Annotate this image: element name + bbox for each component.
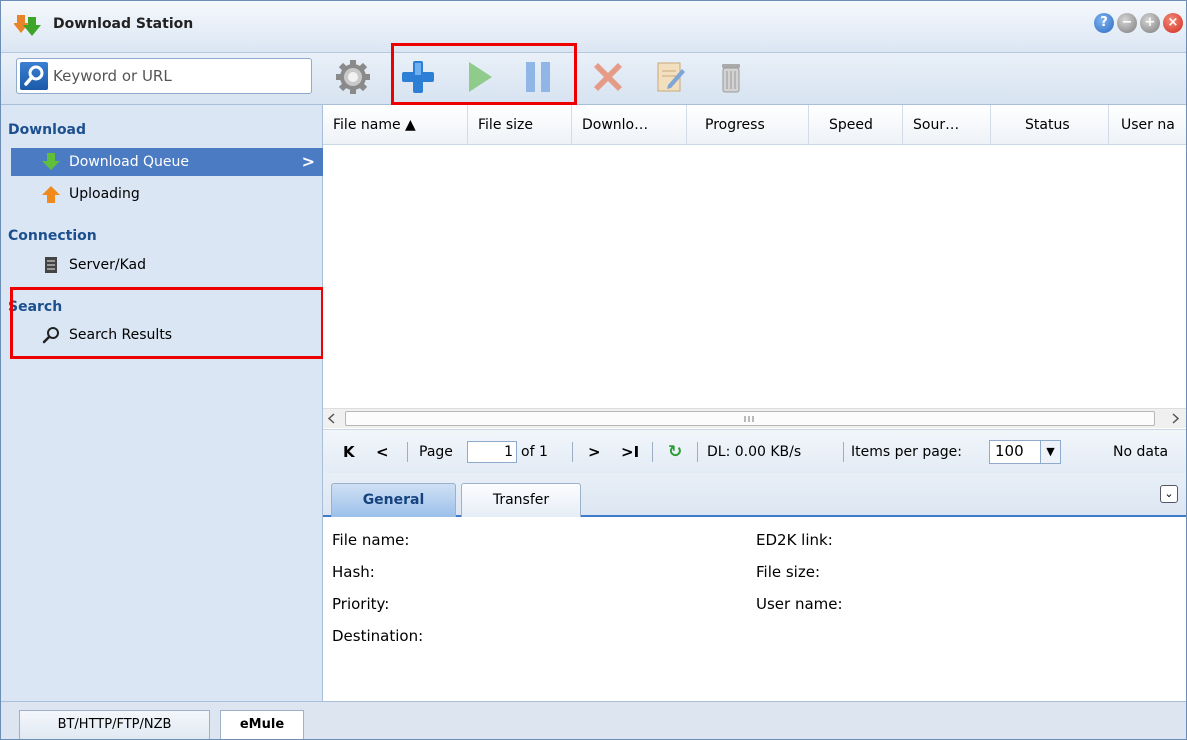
title-bar: Download Station ? − + × <box>1 1 1186 53</box>
gear-icon <box>336 60 370 94</box>
collapse-panel-icon[interactable]: ⌄ <box>1160 485 1178 503</box>
download-speed: DL: 0.00 KB/s <box>707 444 802 460</box>
settings-button[interactable] <box>331 55 375 99</box>
detail-file-name-label: File name: <box>332 531 410 549</box>
tab-general[interactable]: General <box>331 483 456 517</box>
last-page-icon[interactable]: >I <box>621 430 639 474</box>
pause-icon <box>526 62 550 92</box>
sidebar-item-label: Server/Kad <box>69 257 147 273</box>
detail-ed2k-link-label: ED2K link: <box>756 531 833 549</box>
section-search: Search <box>8 299 63 315</box>
edit-icon <box>657 62 685 92</box>
protocol-tab-bar: BT/HTTP/FTP/NZB eMule <box>1 701 1186 739</box>
column-user-name[interactable]: User na <box>1109 105 1186 144</box>
tab-transfer[interactable]: Transfer <box>461 483 581 517</box>
sidebar-item-label: Search Results <box>69 327 173 343</box>
sidebar-item-label: Download Queue <box>69 154 190 170</box>
column-downloaded[interactable]: Downlo… <box>572 105 687 144</box>
separator <box>572 442 573 462</box>
next-page-icon[interactable]: > <box>588 430 601 474</box>
toolbar <box>1 53 1186 105</box>
separator <box>407 442 408 462</box>
items-per-page-label: Items per page: <box>851 444 963 460</box>
sidebar-item-uploading[interactable]: Uploading <box>11 180 323 208</box>
clear-icon <box>722 64 740 93</box>
app-title: Download Station <box>53 16 194 32</box>
horizontal-scrollbar[interactable] <box>323 408 1186 428</box>
edit-button[interactable] <box>648 55 692 99</box>
detail-tab-bar: General Transfer ⌄ <box>323 473 1186 517</box>
delete-button[interactable] <box>586 55 630 99</box>
sidebar: Download Download Queue > Uploading Conn… <box>1 105 323 701</box>
page-count: of 1 <box>521 444 548 460</box>
column-speed[interactable]: Speed <box>809 105 903 144</box>
add-button[interactable] <box>396 55 440 99</box>
separator <box>843 442 844 462</box>
scrollbar-thumb[interactable] <box>345 411 1155 426</box>
tab-emule[interactable]: eMule <box>220 710 304 739</box>
upload-arrow-icon <box>42 186 60 203</box>
page-label: Page <box>419 444 453 460</box>
chevron-down-icon[interactable]: ▼ <box>1040 441 1060 463</box>
close-icon[interactable]: × <box>1163 13 1183 33</box>
sidebar-item-search-results[interactable]: Search Results <box>11 321 323 349</box>
download-station-window: Download Station ? − + × Keyword or URL … <box>0 0 1187 740</box>
column-progress[interactable]: Progress <box>687 105 809 144</box>
detail-user-name-label: User name: <box>756 595 843 613</box>
search-button[interactable] <box>20 62 48 90</box>
sidebar-item-server-kad[interactable]: Server/Kad <box>11 251 323 279</box>
tab-bt-http-ftp-nzb[interactable]: BT/HTTP/FTP/NZB <box>19 710 210 739</box>
grid-header: File name ▲ File size Downlo… Progress S… <box>323 105 1186 145</box>
minimize-icon[interactable]: − <box>1117 13 1137 33</box>
separator <box>697 442 698 462</box>
separator <box>652 442 653 462</box>
search-box <box>16 58 312 94</box>
magnifier-icon <box>42 327 59 344</box>
items-per-page-select[interactable]: 100 ▼ <box>989 440 1061 464</box>
search-input[interactable] <box>53 65 303 87</box>
chevron-right-icon: > <box>301 152 315 171</box>
search-icon <box>24 65 44 86</box>
download-list[interactable] <box>323 145 1186 408</box>
page-number-input[interactable] <box>467 441 517 463</box>
pagination-bar: K < Page of 1 > >I ↻ DL: 0.00 KB/s Items… <box>323 429 1186 473</box>
add-icon <box>402 61 434 93</box>
previous-page-icon[interactable]: < <box>376 430 389 474</box>
detail-destination-label: Destination: <box>332 627 424 645</box>
detail-file-size-label: File size: <box>756 563 821 581</box>
items-per-page-value: 100 <box>995 442 1024 460</box>
resume-button[interactable] <box>457 55 501 99</box>
scroll-right-icon[interactable] <box>1171 413 1179 424</box>
detail-panel: File name: Hash: Priority: Destination: … <box>323 519 1186 701</box>
detail-priority-label: Priority: <box>332 595 390 613</box>
column-file-size[interactable]: File size <box>468 105 572 144</box>
play-icon <box>469 62 492 92</box>
column-file-name[interactable]: File name ▲ <box>323 105 468 144</box>
column-sources[interactable]: Sour… <box>903 105 991 144</box>
section-download: Download <box>8 122 87 138</box>
pause-button[interactable] <box>516 55 560 99</box>
section-connection: Connection <box>8 228 97 244</box>
delete-icon <box>594 63 622 91</box>
sidebar-item-download-queue[interactable]: Download Queue > <box>11 148 323 176</box>
refresh-icon[interactable]: ↻ <box>668 430 682 474</box>
grip-icon <box>744 416 754 422</box>
first-page-icon[interactable]: K <box>343 430 355 474</box>
server-icon <box>45 257 57 273</box>
column-status[interactable]: Status <box>991 105 1109 144</box>
maximize-icon[interactable]: + <box>1140 13 1160 33</box>
clear-completed-button[interactable] <box>709 55 753 99</box>
pager-status: No data <box>1113 444 1169 460</box>
detail-hash-label: Hash: <box>332 563 375 581</box>
download-station-logo-icon <box>14 15 41 36</box>
scroll-left-icon[interactable] <box>328 413 336 424</box>
download-arrow-icon <box>42 153 60 170</box>
sidebar-item-label: Uploading <box>69 186 140 202</box>
help-icon[interactable]: ? <box>1094 13 1114 33</box>
